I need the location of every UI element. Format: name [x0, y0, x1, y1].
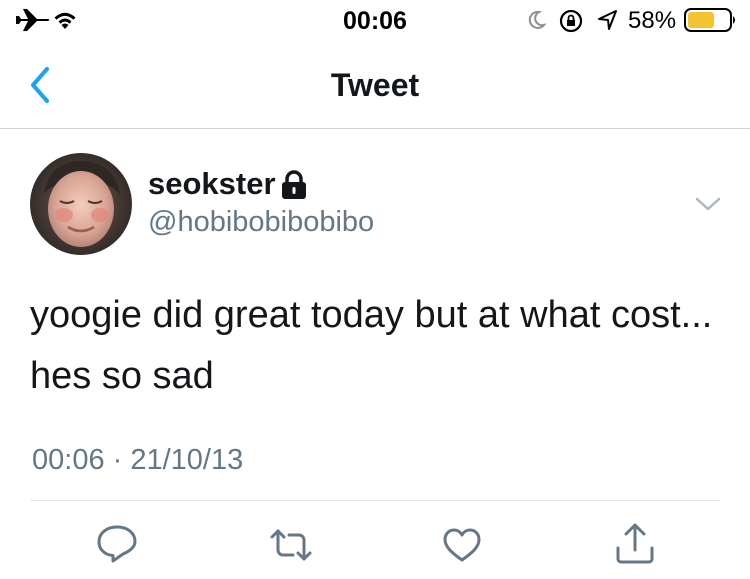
page-title: Tweet [330, 67, 420, 103]
tweet-text: yoogie did great today but at what cost.… [30, 294, 713, 397]
handle[interactable]: @hobibobibobibo [148, 206, 374, 239]
display-name[interactable]: seokster [148, 166, 276, 202]
avatar[interactable] [30, 153, 132, 255]
meta-separator: · [104, 444, 131, 476]
share-button[interactable] [614, 521, 656, 565]
avatar-image [30, 153, 132, 255]
lock-icon [282, 170, 306, 199]
retweet-icon [270, 529, 312, 561]
chevron-down-icon [695, 197, 721, 211]
tweet-time: 00:06 [32, 444, 105, 476]
nav-divider [0, 128, 750, 129]
rotation-lock-icon [559, 9, 583, 33]
share-icon [616, 523, 654, 564]
battery-percentage: 58% [628, 7, 677, 34]
reply-button[interactable] [96, 524, 138, 564]
like-button[interactable] [442, 527, 482, 563]
tweet-date: 21/10/13 [130, 444, 244, 476]
location-icon [598, 10, 617, 30]
retweet-button[interactable] [268, 528, 314, 562]
tweet-timestamp: 00:06 · 21/10/13 [32, 444, 243, 477]
battery-icon [684, 8, 735, 32]
moon-icon [528, 10, 547, 29]
heart-icon [443, 528, 481, 562]
tweet-divider [30, 500, 720, 501]
status-bar: 00:06 58% [0, 0, 750, 40]
reply-icon [97, 525, 137, 563]
more-options-button[interactable] [694, 195, 722, 213]
